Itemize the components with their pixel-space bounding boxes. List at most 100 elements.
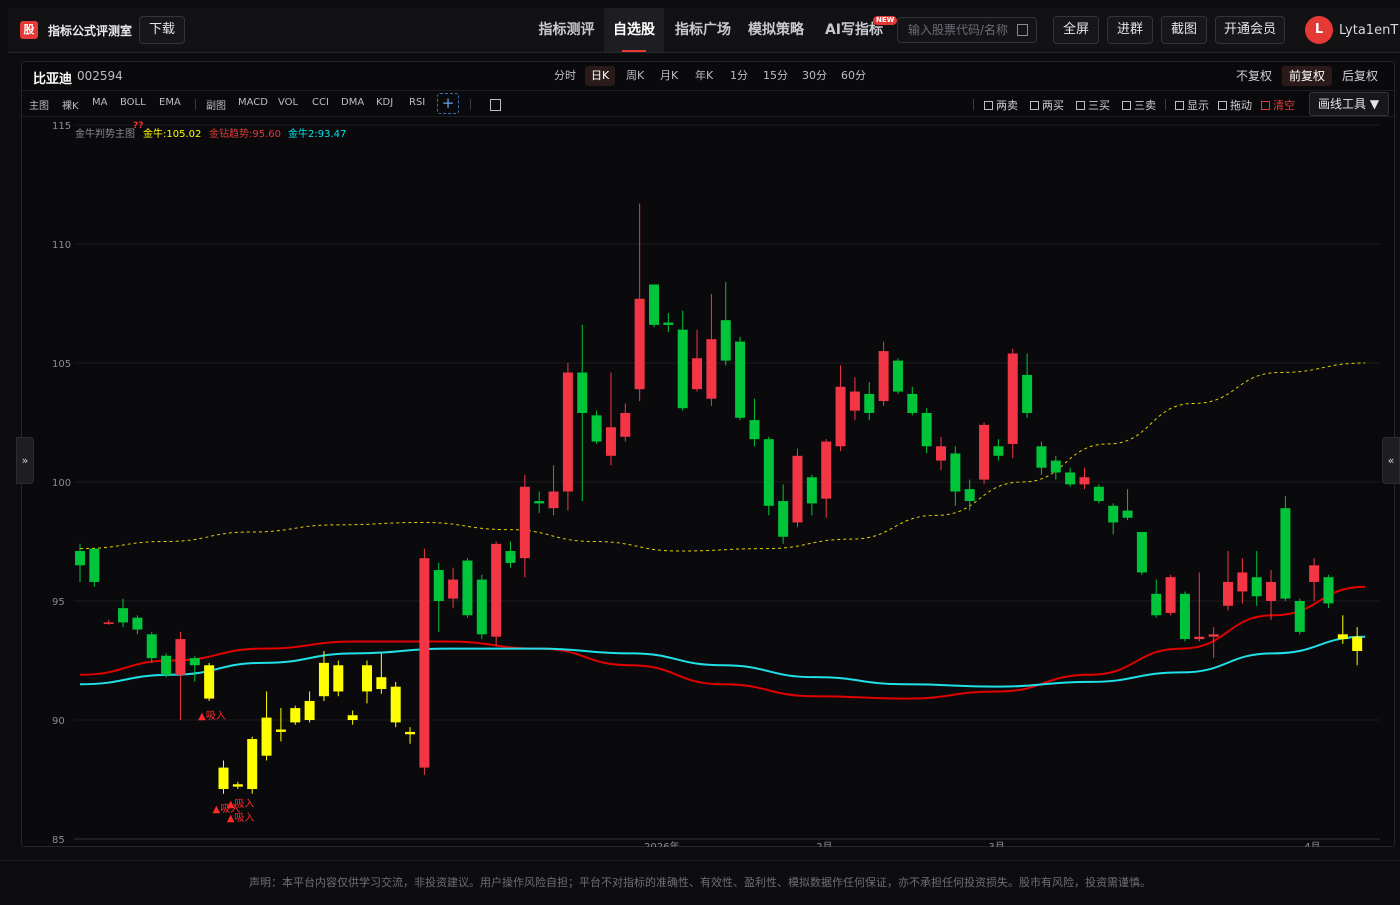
candle-body [1079, 477, 1090, 485]
candle-body [1093, 486, 1104, 502]
download-button[interactable]: 下载 [139, 16, 185, 44]
option-drag[interactable]: 拖动 [1218, 97, 1252, 113]
nav-indicator-square[interactable]: 指标广场 [667, 8, 739, 52]
x-tick-label: 4月 [1304, 841, 1320, 847]
x-tick-label: 3月 [988, 841, 1004, 847]
candle-body [1151, 593, 1162, 616]
candle-body [390, 686, 401, 723]
indicator-rsi[interactable]: RSI [409, 97, 425, 108]
legend-mark: ?? [133, 121, 143, 131]
app-title: 指标公式评测室 [48, 24, 133, 38]
candle-body [175, 639, 186, 675]
drawing-tools-dropdown[interactable]: 画线工具 ▼ [1309, 92, 1389, 116]
candle-body [433, 570, 444, 601]
candlestick-chart[interactable]: ▲吸入▲吸入▲吸入▲吸入 8590951001051101152026年2月3月… [22, 117, 1394, 847]
avatar[interactable]: L [1305, 16, 1333, 44]
candle-body [936, 446, 946, 461]
candle-body [749, 420, 760, 440]
adjust-forward[interactable]: 前复权 [1282, 66, 1333, 86]
divider [470, 99, 471, 110]
period-60min[interactable]: 60分 [835, 66, 872, 86]
clear-icon[interactable] [490, 99, 501, 111]
candle-body [232, 784, 243, 787]
candle-body [405, 731, 416, 735]
membership-button[interactable]: 开通会员 [1215, 16, 1285, 44]
option-label: 拖动 [1230, 99, 1252, 112]
option-label: 两买 [1042, 99, 1064, 112]
y-tick-label: 95 [52, 597, 65, 608]
period-weekly[interactable]: 周K [620, 66, 650, 86]
username[interactable]: Lyta1enT [1339, 23, 1398, 38]
period-30min[interactable]: 30分 [796, 66, 833, 86]
join-group-button[interactable]: 进群 [1107, 16, 1153, 44]
indicator-naked-k[interactable]: 裸K [62, 97, 79, 112]
checkbox-icon [1261, 101, 1270, 110]
y-tick-label: 105 [52, 359, 71, 370]
candle-body [835, 386, 846, 447]
indicator-ema[interactable]: EMA [159, 97, 181, 108]
divider [973, 99, 974, 110]
candle-body [1122, 510, 1133, 518]
period-monthly[interactable]: 月K [654, 66, 684, 86]
expand-right-button[interactable]: « [1382, 437, 1400, 484]
candle-body [1022, 374, 1033, 413]
buy-signal-label: ▲吸入 [227, 799, 255, 810]
candle-body [89, 548, 100, 582]
candle-body [476, 579, 487, 635]
x-tick-label: 2月 [816, 841, 832, 847]
chart-legend: 金牛判势主图??金牛:105.02 金钻趋势:95.60 金牛2:93.47 [75, 121, 346, 140]
candle-body [806, 477, 817, 504]
top-navigation-bar: 股 指标公式评测室 下载 指标测评 自选股 指标广场 模拟策略 AI写指标 NE… [8, 8, 1400, 53]
indicator-dma[interactable]: DMA [341, 97, 364, 108]
indicator-ma[interactable]: MA [92, 97, 107, 108]
period-15min[interactable]: 15分 [757, 66, 794, 86]
y-tick-label: 85 [52, 835, 65, 846]
option-two-buy[interactable]: 两买 [1030, 97, 1064, 113]
candle-body [448, 579, 459, 599]
nav-watchlist[interactable]: 自选股 [604, 8, 664, 52]
period-daily[interactable]: 日K [585, 66, 616, 86]
candle-body [706, 339, 717, 399]
indicator-boll[interactable]: BOLL [120, 97, 146, 108]
nav-simulated-strategy[interactable]: 模拟策略 [741, 8, 811, 52]
search-icon[interactable] [1017, 24, 1028, 36]
candle-body [1266, 581, 1277, 601]
candle-body [1352, 636, 1363, 651]
stock-search-input[interactable]: 输入股票代码/名称 [897, 17, 1037, 43]
golden-bull-line [79, 362, 1366, 552]
indicator-vol[interactable]: VOL [278, 97, 298, 108]
divider [195, 99, 196, 110]
nav-indicator-review[interactable]: 指标测评 [531, 8, 602, 52]
indicator-cci[interactable]: CCI [312, 97, 329, 108]
adjust-backward[interactable]: 后复权 [1335, 66, 1385, 86]
expand-left-button[interactable]: » [16, 437, 34, 484]
add-indicator-button[interactable]: + [437, 93, 459, 114]
candle-body [318, 662, 329, 697]
period-yearly[interactable]: 年K [689, 66, 719, 86]
indicator-kdj[interactable]: KDJ [376, 97, 393, 108]
checkbox-icon [1122, 101, 1131, 110]
adjust-none[interactable]: 不复权 [1229, 66, 1279, 86]
candle-body [1208, 634, 1219, 637]
candle-body [720, 320, 731, 361]
app-logo: 股 [20, 21, 38, 39]
option-clear[interactable]: 清空 [1261, 97, 1295, 113]
checkbox-icon [984, 101, 993, 110]
option-two-sell[interactable]: 两卖 [984, 97, 1018, 113]
period-intraday[interactable]: 分时 [548, 66, 582, 86]
candle-body [634, 298, 645, 390]
option-three-buy[interactable]: 三买 [1076, 97, 1110, 113]
legend-item: 金牛:105.02 [143, 127, 201, 140]
fullscreen-button[interactable]: 全屏 [1053, 16, 1099, 44]
candle-body [979, 424, 990, 480]
indicator-macd[interactable]: MACD [238, 97, 268, 108]
candle-body [1007, 353, 1018, 444]
option-show[interactable]: 显示 [1175, 97, 1209, 113]
candle-body [821, 441, 832, 499]
period-1min[interactable]: 1分 [724, 66, 754, 86]
screenshot-button[interactable]: 截图 [1161, 16, 1207, 44]
buy-signal-label: ▲吸入 [198, 711, 226, 722]
candle-body [419, 558, 430, 768]
option-three-sell[interactable]: 三卖 [1122, 97, 1156, 113]
nav-ai-indicator[interactable]: AI写指标 [816, 8, 892, 52]
